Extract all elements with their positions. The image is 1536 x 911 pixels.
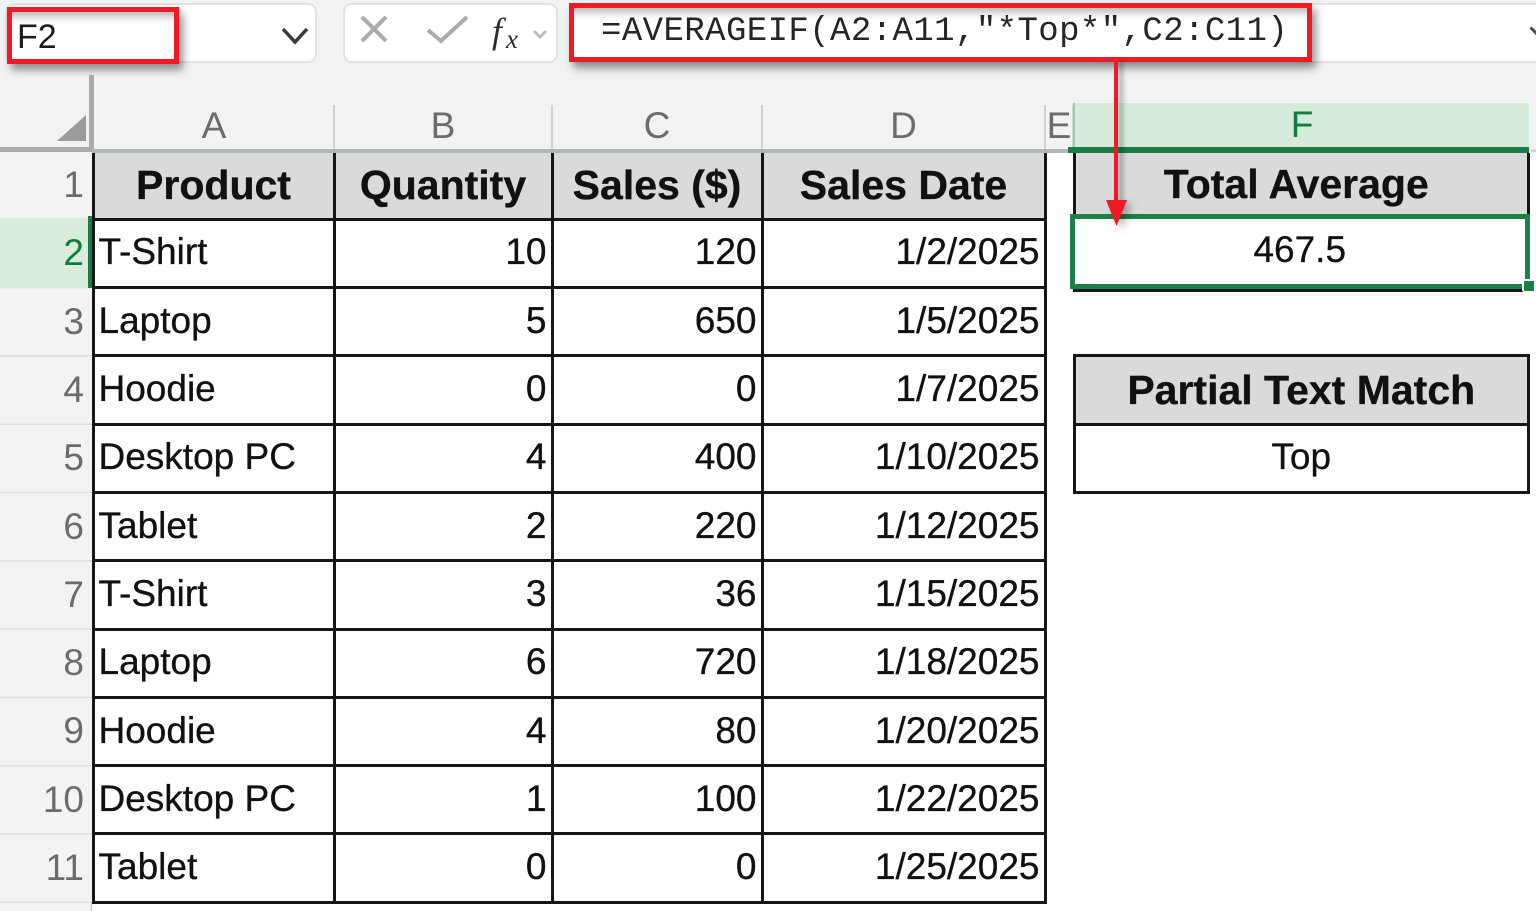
svg-text:x: x [505,24,518,54]
svg-text:f: f [492,11,507,51]
